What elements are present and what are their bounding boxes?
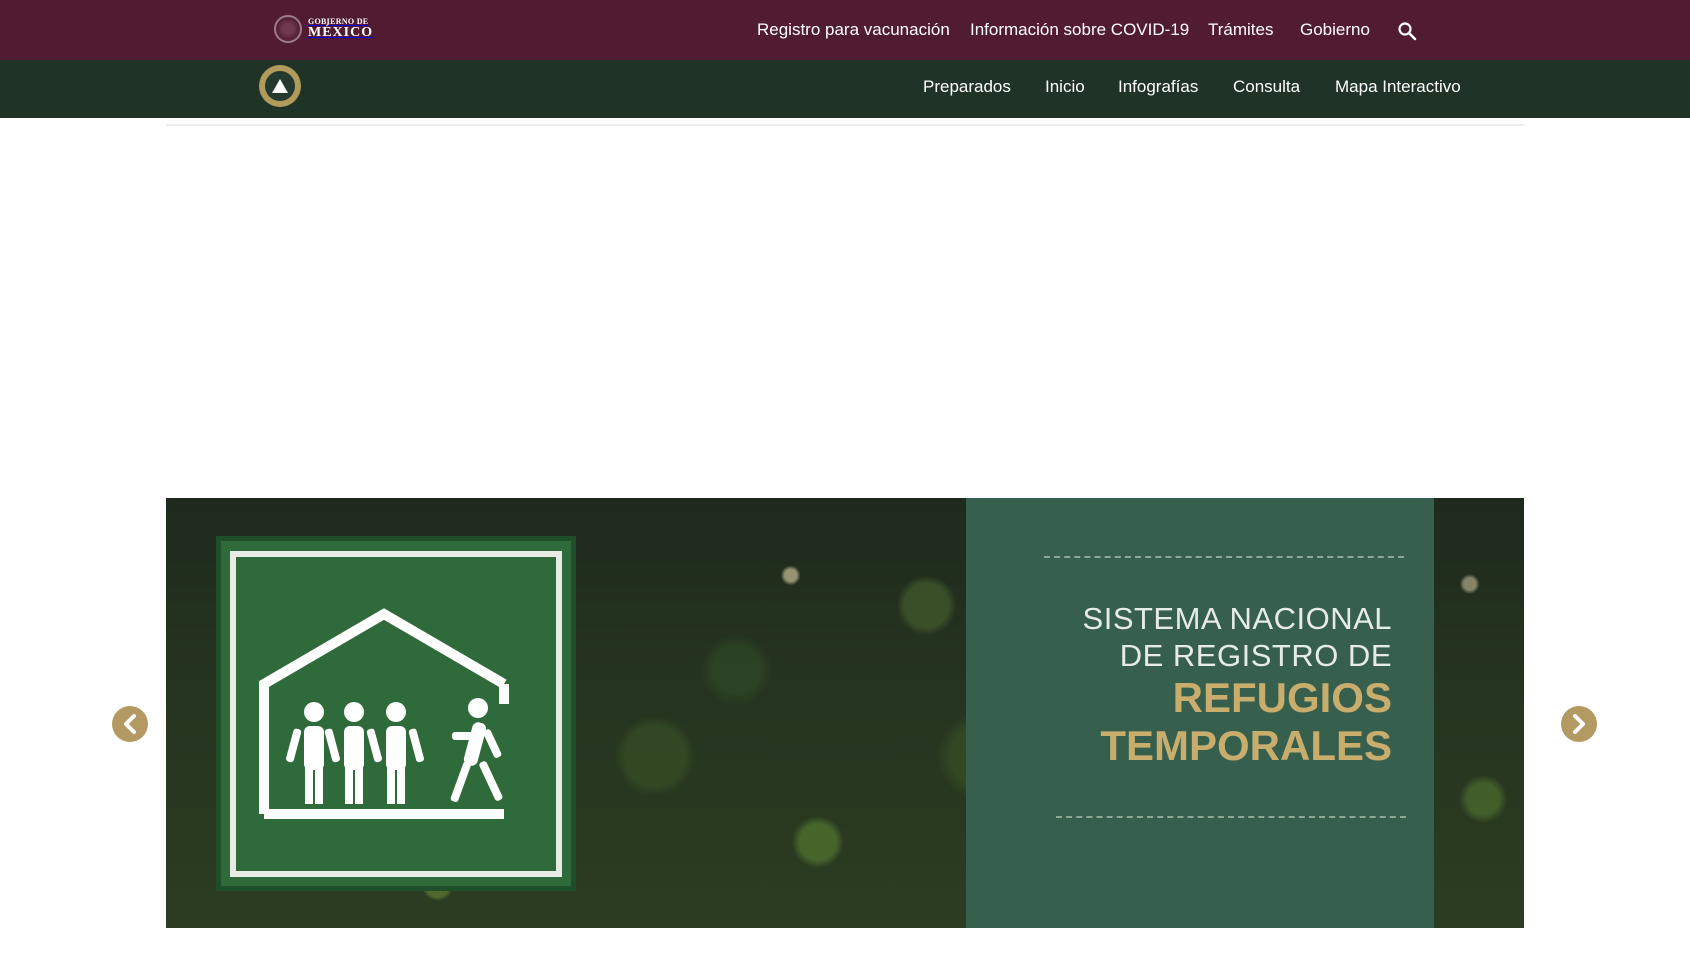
nav-preparados[interactable]: Preparados <box>923 77 1011 97</box>
nav-inicio[interactable]: Inicio <box>1045 77 1085 97</box>
nav-tramites[interactable]: Trámites <box>1208 20 1274 40</box>
nav-gobierno[interactable]: Gobierno <box>1300 20 1370 40</box>
banner-carousel[interactable]: SISTEMA NACIONAL DE REGISTRO DE REFUGIOS… <box>166 498 1524 928</box>
content-divider <box>166 124 1524 126</box>
dashed-divider-top <box>1044 556 1404 558</box>
slide-title: SISTEMA NACIONAL DE REGISTRO DE REFUGIOS… <box>972 600 1392 770</box>
chevron-right-icon <box>1573 714 1585 734</box>
nav-registro-vacunacion[interactable]: Registro para vacunación <box>757 20 950 40</box>
government-top-bar: GOBIERNO DE MÉXICO Registro para vacunac… <box>0 0 1690 60</box>
proteccion-civil-logo[interactable] <box>259 65 301 107</box>
slide-text-panel: SISTEMA NACIONAL DE REGISTRO DE REFUGIOS… <box>966 498 1434 928</box>
dashed-divider-bottom <box>1056 816 1406 818</box>
search-icon[interactable] <box>1397 21 1417 41</box>
nav-mapa-interactivo[interactable]: Mapa Interactivo <box>1335 77 1461 97</box>
government-nav: Registro para vacunación Información sob… <box>0 0 1690 60</box>
carousel-prev-button[interactable] <box>112 706 148 742</box>
nav-infografias[interactable]: Infografías <box>1118 77 1198 97</box>
nav-consulta[interactable]: Consulta <box>1233 77 1300 97</box>
sign-frame <box>230 550 562 877</box>
carousel-next-button[interactable] <box>1561 706 1597 742</box>
slide-title-line3: REFUGIOS <box>1172 674 1392 721</box>
refugio-sign-image <box>216 536 576 891</box>
triangle-icon <box>272 79 288 93</box>
nav-informacion-covid[interactable]: Información sobre COVID-19 <box>970 20 1189 40</box>
shelter-family-icon <box>259 607 509 819</box>
chevron-left-icon <box>124 714 136 734</box>
proteccion-civil-icon <box>265 71 295 101</box>
slide-title-line4: TEMPORALES <box>1100 722 1392 769</box>
slide-title-line1: SISTEMA NACIONAL <box>1082 601 1392 636</box>
site-nav-bar: Preparados Inicio Infografías Consulta M… <box>0 60 1690 118</box>
slide-title-line2: DE REGISTRO DE <box>1119 638 1392 673</box>
